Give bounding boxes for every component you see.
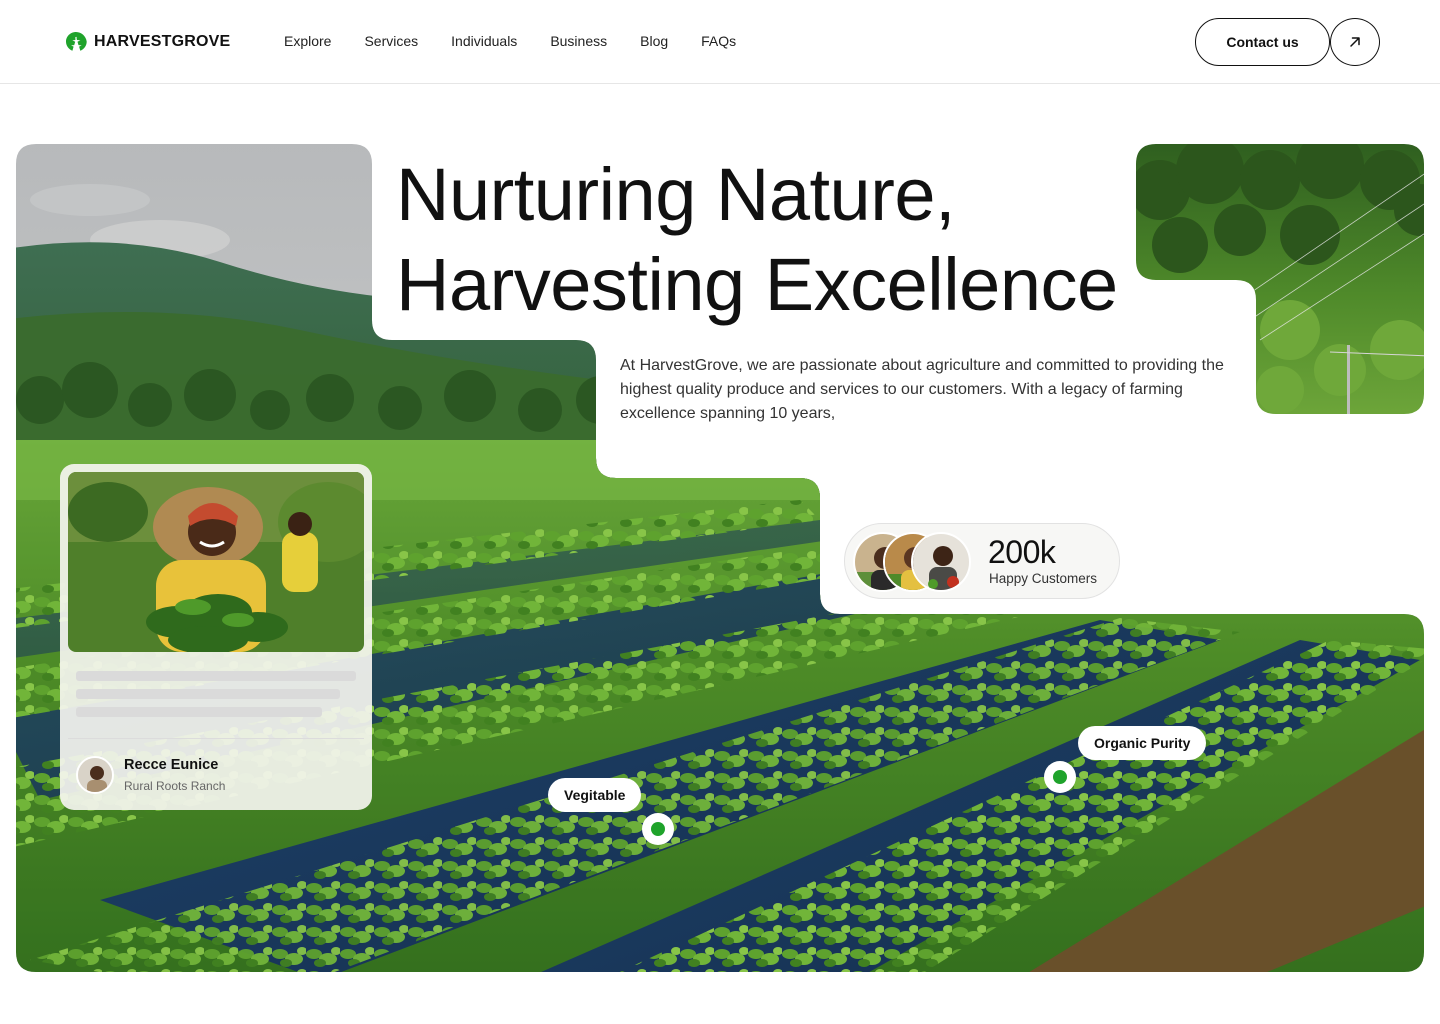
customer-avatar <box>911 532 971 592</box>
hero-description: At HarvestGrove, we are passionate about… <box>620 357 1224 422</box>
card-divider <box>68 738 364 739</box>
text-placeholder-line <box>76 689 340 699</box>
tag-organic-label[interactable]: Organic Purity <box>1078 726 1207 760</box>
hero-title-line-2: Harvesting Excellence <box>396 243 1118 326</box>
tag-vegetable-label[interactable]: Vegitable <box>548 778 642 812</box>
avatar <box>76 756 114 794</box>
tag-organic-marker[interactable] <box>1044 761 1076 793</box>
text-placeholder-line <box>76 707 322 717</box>
farm-name: Rural Roots Ranch <box>124 779 226 793</box>
tag-vegetable-marker[interactable] <box>642 813 674 845</box>
green-dot-icon <box>651 822 665 836</box>
green-dot-icon <box>1053 770 1067 784</box>
customer-count: 200k <box>988 534 1056 570</box>
customer-avatars <box>853 532 973 592</box>
customer-count-label: Happy Customers <box>989 571 1098 586</box>
hero-title: Nurturing Nature, Harvesting Excellence <box>396 150 1118 330</box>
farmer-name: Recce Eunice <box>124 757 219 773</box>
hero-title-line-1: Nurturing Nature, <box>396 153 956 236</box>
happy-customers-stat: 200k Happy Customers <box>844 523 1120 599</box>
farmer-photo <box>68 472 364 652</box>
farmer-profile-card[interactable]: Recce Eunice Rural Roots Ranch <box>60 464 372 810</box>
text-placeholder-line <box>76 671 356 681</box>
